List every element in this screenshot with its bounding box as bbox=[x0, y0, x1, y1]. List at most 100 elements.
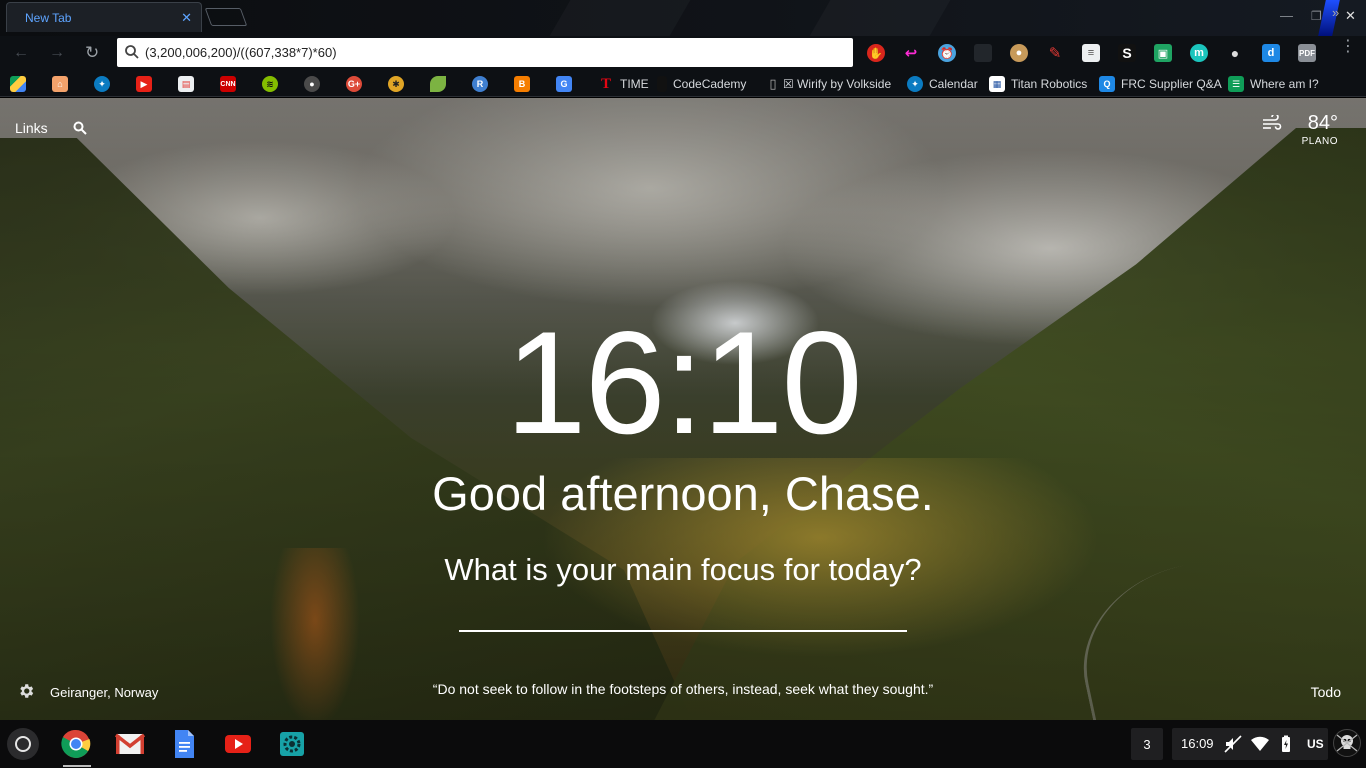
github-icon: ● bbox=[304, 76, 320, 92]
weather-widget[interactable]: 84° PLANO bbox=[1262, 112, 1338, 147]
leaf-icon bbox=[430, 76, 446, 92]
notification-center-button[interactable]: 3 bbox=[1131, 728, 1163, 760]
frc-icon: Q bbox=[1099, 76, 1115, 92]
bookmark-cnn[interactable]: CNN bbox=[220, 75, 236, 93]
bookmark-label: CodeCademy bbox=[673, 77, 747, 91]
dark-extension-icon[interactable] bbox=[974, 44, 992, 62]
bookmark-blogger[interactable]: B bbox=[514, 75, 530, 93]
bookmark-codecademy[interactable]: CodeCademy bbox=[657, 75, 746, 93]
chrome-icon[interactable] bbox=[61, 729, 91, 759]
ublock-icon[interactable]: ✋ bbox=[867, 44, 885, 62]
titan-robotics-icon: ▦ bbox=[989, 76, 1005, 92]
bookmark-frc-supplier[interactable]: Q FRC Supplier Q&A bbox=[1099, 75, 1222, 93]
pocket-icon[interactable]: ↩ bbox=[902, 44, 920, 62]
bookmark-store[interactable]: ▤ bbox=[178, 75, 194, 93]
bookmark-translate[interactable]: G bbox=[556, 75, 572, 93]
pdf-icon[interactable]: PDF bbox=[1298, 44, 1316, 62]
chrome-running-indicator bbox=[63, 765, 91, 767]
forward-button[interactable]: → bbox=[49, 44, 65, 62]
minimize-button[interactable]: — bbox=[1280, 8, 1293, 23]
chrome-menu-button[interactable]: ⋮ bbox=[1340, 39, 1356, 55]
tabstrip-decoration bbox=[810, 0, 951, 36]
weather-location: PLANO bbox=[1301, 136, 1338, 147]
bookmark-time[interactable]: T TIME bbox=[598, 75, 649, 93]
maximize-button[interactable]: ❐ bbox=[1311, 9, 1322, 23]
links-button[interactable]: Links bbox=[15, 120, 48, 136]
bookmark-github[interactable]: ● bbox=[304, 75, 320, 93]
gmail-icon[interactable] bbox=[115, 729, 145, 759]
omnibox-input[interactable] bbox=[145, 42, 845, 63]
clock: 16:10 bbox=[505, 301, 862, 464]
search-icon bbox=[125, 45, 139, 59]
bookmark-label: TIME bbox=[620, 77, 649, 91]
bookmark-label: Calendar bbox=[929, 77, 978, 91]
reload-button[interactable]: ↻ bbox=[85, 43, 99, 63]
cnn-icon: CNN bbox=[220, 76, 236, 92]
bookmark-youtube[interactable]: ▶ bbox=[136, 75, 152, 93]
d-icon[interactable]: d bbox=[1262, 44, 1280, 62]
bookmark-robot[interactable]: R bbox=[472, 75, 488, 93]
bookmark-wolf[interactable]: ✱ bbox=[388, 75, 404, 93]
back-button[interactable]: ← bbox=[13, 44, 29, 62]
tab-strip: New Tab ✕ — ❐ ✕ bbox=[0, 0, 1366, 36]
omnibox[interactable] bbox=[117, 38, 853, 67]
launcher-button[interactable] bbox=[7, 728, 39, 760]
tab-title: New Tab bbox=[25, 11, 72, 25]
input-method-indicator: US bbox=[1307, 737, 1324, 751]
focus-question: What is your main focus for today? bbox=[444, 552, 922, 587]
settings-icon[interactable] bbox=[277, 729, 307, 759]
balloon-icon[interactable]: ● bbox=[1226, 44, 1244, 62]
close-window-button[interactable]: ✕ bbox=[1345, 8, 1356, 24]
wolf-icon: ✱ bbox=[388, 76, 404, 92]
blogger-icon: B bbox=[514, 76, 530, 92]
google-plus-icon: G+ bbox=[346, 76, 362, 92]
bookmark-app-icon: ⌂ bbox=[52, 76, 68, 92]
search-icon[interactable] bbox=[73, 121, 87, 135]
tab-close-icon[interactable]: ✕ bbox=[181, 10, 192, 26]
bookmark-leaf[interactable] bbox=[430, 75, 446, 93]
spartan-icon: ✦ bbox=[94, 76, 110, 92]
docs-icon[interactable] bbox=[169, 729, 199, 759]
bookmarks-overflow-button[interactable]: » bbox=[1332, 5, 1339, 20]
spotify-icon: ≋ bbox=[262, 76, 278, 92]
bookmark-spotify[interactable]: ≋ bbox=[262, 75, 278, 93]
bookmark-spartan[interactable]: ✦ bbox=[94, 75, 110, 93]
bookmark-titan-robotics[interactable]: ▦ Titan Robotics bbox=[989, 75, 1087, 93]
bookmark-label: Where am I? bbox=[1250, 77, 1319, 91]
focus-input[interactable] bbox=[459, 598, 907, 632]
new-tab-button[interactable] bbox=[204, 8, 248, 26]
daily-quote: “Do not seek to follow in the footsteps … bbox=[432, 681, 934, 697]
bookmark-google-plus[interactable]: G+ bbox=[346, 75, 362, 93]
alarm-clock-icon[interactable]: ⏰ bbox=[938, 44, 956, 62]
bookmark-wirify[interactable]: ▯ ☒ Wirify by Volkside bbox=[765, 75, 891, 93]
wifi-icon bbox=[1251, 736, 1269, 751]
s-icon[interactable]: S bbox=[1118, 44, 1136, 62]
status-tray[interactable]: 16:09 US bbox=[1172, 728, 1328, 760]
tabstrip-decoration bbox=[550, 0, 691, 36]
page-icon: ▯ bbox=[769, 76, 777, 91]
marker-icon[interactable]: ✎ bbox=[1046, 44, 1064, 62]
palette-icon[interactable]: ● bbox=[1010, 44, 1028, 62]
todo-button[interactable]: Todo bbox=[1311, 684, 1341, 700]
bookmark-google-drive[interactable] bbox=[10, 75, 26, 93]
volume-muted-icon bbox=[1224, 735, 1242, 753]
wind-icon bbox=[1262, 115, 1281, 130]
robot-icon: R bbox=[472, 76, 488, 92]
bookmark-app[interactable]: ⌂ bbox=[52, 75, 68, 93]
battery-charging-icon bbox=[1282, 735, 1290, 752]
google-drive-icon bbox=[10, 76, 26, 92]
bookmark-calendar[interactable]: ✦ Calendar bbox=[907, 75, 978, 93]
bookmark-label: Titan Robotics bbox=[1011, 77, 1088, 91]
system-shelf: 3 16:09 US bbox=[0, 720, 1366, 768]
classroom-icon[interactable]: ▣ bbox=[1154, 44, 1172, 62]
bookmark-where-am-i[interactable]: ☰ Where am I? bbox=[1228, 75, 1319, 93]
greeting: Good afternoon, Chase. bbox=[432, 467, 934, 520]
tab-new-tab[interactable]: New Tab ✕ bbox=[6, 2, 202, 32]
translate-icon: G bbox=[556, 76, 572, 92]
weather-temperature: 84° bbox=[1307, 112, 1338, 134]
skull-logo-icon bbox=[1336, 734, 1358, 752]
user-avatar[interactable] bbox=[1333, 729, 1361, 757]
momentum-m-icon[interactable]: m bbox=[1190, 44, 1208, 62]
document-icon[interactable]: ≡ bbox=[1082, 44, 1100, 62]
youtube-icon[interactable] bbox=[223, 729, 253, 759]
